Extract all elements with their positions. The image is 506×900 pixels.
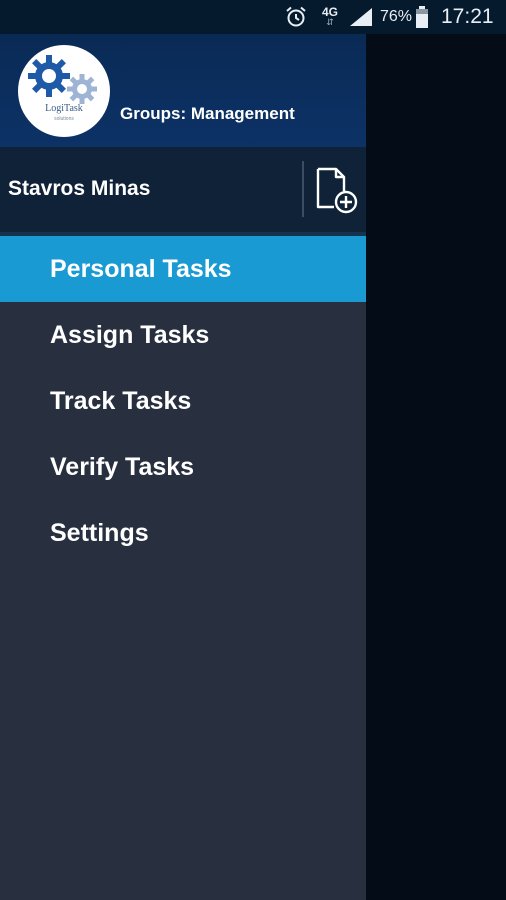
menu-item-label: Verify Tasks <box>50 453 195 481</box>
menu-item-verify-tasks[interactable]: Verify Tasks <box>0 434 366 500</box>
content-scrim[interactable] <box>366 34 506 900</box>
groups-label: Groups: Management <box>120 104 295 123</box>
status-bar: 4G ⇵ 76% 17:21 <box>0 0 506 34</box>
menu-item-label: Personal Tasks <box>50 255 232 283</box>
menu-item-label: Assign Tasks <box>50 321 210 349</box>
battery-percent: 76% <box>380 8 413 25</box>
menu-item-assign-tasks[interactable]: Assign Tasks <box>0 302 366 368</box>
user-name: Stavros Minas <box>8 177 151 200</box>
menu-item-track-tasks[interactable]: Track Tasks <box>0 368 366 434</box>
divider <box>302 161 304 217</box>
alarm-icon <box>284 0 308 34</box>
drawer-header: LogiTask solutions Groups: Management <box>0 34 366 147</box>
logo-subtext: solutions <box>54 116 74 122</box>
gear-icon <box>28 55 70 97</box>
clock-time: 17:21 <box>441 5 494 28</box>
menu-item-personal-tasks[interactable]: Personal Tasks <box>0 236 366 302</box>
battery-icon <box>414 0 430 34</box>
menu-item-label: Settings <box>50 519 149 547</box>
drawer-menu: Personal Tasks Assign Tasks Track Tasks … <box>0 236 366 566</box>
logitask-logo: LogiTask solutions <box>18 45 110 137</box>
document-add-icon <box>316 167 358 214</box>
navigation-drawer: LogiTask solutions Groups: Management St… <box>0 34 366 900</box>
app-screen: 4G ⇵ 76% 17:21 LogiTask solutions Groups… <box>0 0 506 900</box>
signal-icon <box>348 0 374 34</box>
network-activity-arrows: ⇵ <box>326 17 334 27</box>
logo-text: LogiTask <box>45 103 83 114</box>
user-row: Stavros Minas <box>0 147 366 232</box>
new-task-button[interactable] <box>312 165 360 215</box>
network-4g-icon: 4G ⇵ <box>322 0 338 34</box>
menu-item-settings[interactable]: Settings <box>0 500 366 566</box>
menu-item-label: Track Tasks <box>50 387 192 415</box>
